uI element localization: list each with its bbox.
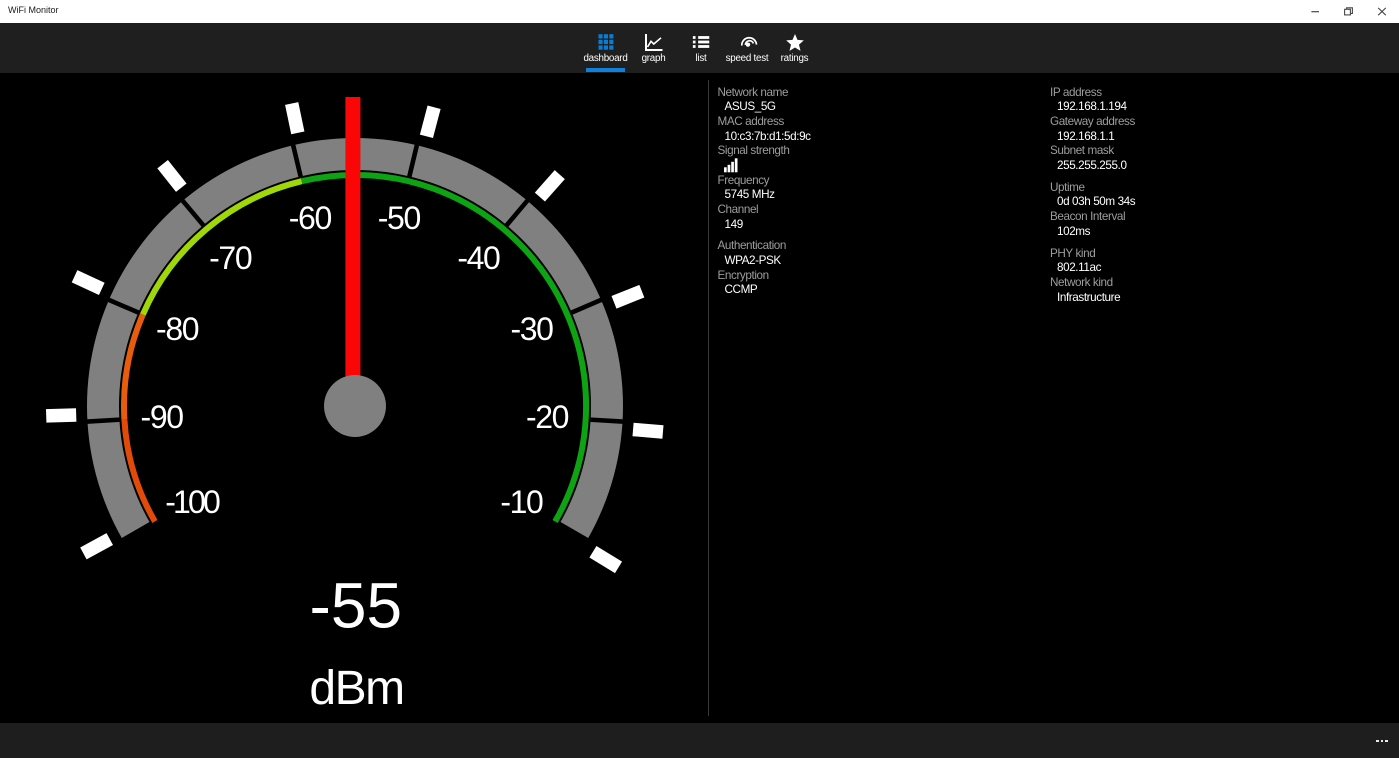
svg-text:-60: -60 bbox=[289, 200, 333, 236]
svg-text:-70: -70 bbox=[209, 240, 253, 276]
svg-text:-40: -40 bbox=[457, 240, 501, 276]
svg-text:-100: -100 bbox=[165, 484, 221, 520]
svg-text:-80: -80 bbox=[156, 311, 200, 347]
svg-text:-55: -55 bbox=[310, 570, 403, 642]
svg-text:-20: -20 bbox=[526, 399, 570, 435]
svg-text:-90: -90 bbox=[141, 399, 185, 435]
svg-text:dBm: dBm bbox=[309, 662, 403, 715]
svg-text:-30: -30 bbox=[510, 311, 554, 347]
svg-text:-10: -10 bbox=[500, 484, 544, 520]
svg-text:-50: -50 bbox=[378, 200, 422, 236]
